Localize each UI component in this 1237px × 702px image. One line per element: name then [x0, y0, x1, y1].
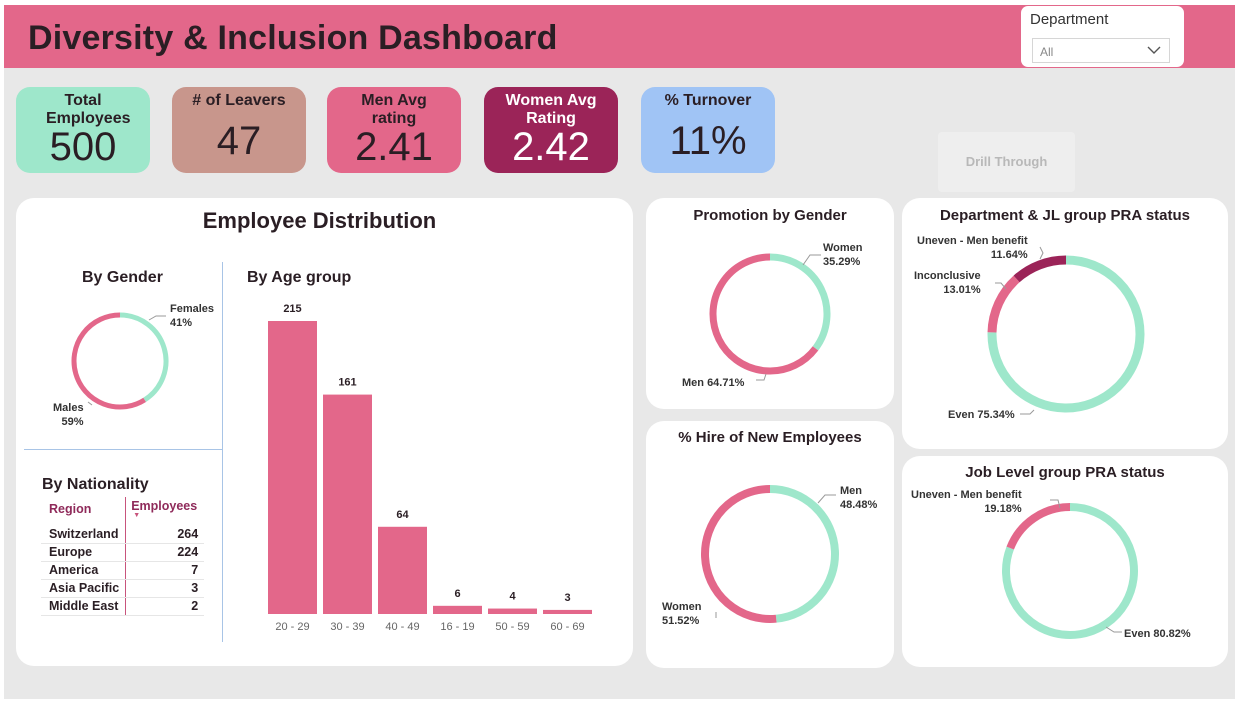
- sort-desc-icon: ▼: [133, 512, 141, 519]
- slice-value: 59%: [61, 416, 84, 428]
- table-cell-employees: 2: [125, 597, 205, 616]
- slice-value: 13.01%: [943, 284, 981, 296]
- promotion-title: Promotion by Gender: [693, 207, 847, 224]
- table-cell-employees: 264: [125, 525, 205, 544]
- kpi-label: Women Avg Rating: [505, 92, 597, 127]
- slicer-title: Department: [1030, 11, 1109, 28]
- panel-title: Employee Distribution: [202, 208, 437, 233]
- kpi-men-avg-rating: Men Avg rating 2.41: [327, 87, 461, 173]
- kpi-turnover: % Turnover 11%: [641, 87, 775, 173]
- table-row[interactable]: Switzerland 264: [41, 525, 205, 544]
- table-row[interactable]: Europe 224: [41, 543, 205, 562]
- table-cell-employees: 3: [125, 579, 205, 598]
- slice-value: 80.82%: [1153, 628, 1191, 640]
- table-cell-region: Asia Pacific: [41, 579, 126, 598]
- gender-label-female: Females 41%: [170, 302, 214, 330]
- slice-name: Men: [840, 485, 862, 497]
- table-cell-region: America: [41, 561, 126, 580]
- kpi-label: % Turnover: [664, 92, 752, 109]
- panel-title: Job Level group PRA status: [965, 464, 1165, 481]
- hire-label-women: Women 51.52%: [662, 600, 702, 628]
- table-cell-employees: 224: [125, 543, 205, 562]
- slice-value: 48.48%: [840, 499, 878, 511]
- chevron-down-icon[interactable]: [1145, 41, 1163, 59]
- department-dropdown[interactable]: All: [1032, 38, 1170, 63]
- gender-label-male: Males 59%: [53, 401, 84, 429]
- dept-label-even: Even 75.34%: [948, 408, 1015, 422]
- slice-value: 19.18%: [984, 503, 1022, 515]
- kpi-leavers: # of Leavers 47: [172, 87, 306, 173]
- column-header-region[interactable]: Region: [41, 497, 126, 525]
- promotion-label-women: Women 35.29%: [823, 241, 863, 269]
- kpi-women-avg-rating: Women Avg Rating 2.42: [484, 87, 618, 173]
- dept-label-uneven: Uneven - Men benefit 11.64%: [917, 234, 1028, 262]
- table-cell-region: Europe: [41, 543, 126, 562]
- kpi-total-employees: Total Employees 500: [16, 87, 150, 173]
- slice-value: 51.52%: [662, 615, 700, 627]
- slice-name: Inconclusive: [914, 270, 981, 282]
- slice-value: 75.34%: [977, 409, 1015, 421]
- slice-value: 35.29%: [823, 256, 861, 268]
- drill-through-button[interactable]: Drill Through: [938, 132, 1075, 192]
- divider-vertical: [222, 262, 223, 642]
- nationality-table: Region Employees ▼ Switzerland 264 Europ…: [41, 497, 205, 616]
- slice-name: Men: [682, 377, 704, 389]
- dept-label-inconclusive: Inconclusive 13.01%: [914, 269, 981, 297]
- by-gender-title: By Gender: [82, 269, 163, 286]
- panel-title: Department & JL group PRA status: [939, 207, 1191, 224]
- table-cell-employees: 7: [125, 561, 205, 580]
- slice-value: 41%: [170, 317, 193, 329]
- promotion-label-men: Men 64.71%: [682, 376, 744, 390]
- jl-label-even: Even 80.82%: [1124, 627, 1191, 641]
- column-header-label: Employees: [131, 499, 198, 513]
- column-header-employees[interactable]: Employees ▼: [125, 497, 205, 525]
- slice-name: Females: [170, 303, 215, 315]
- kpi-value: 2.42: [512, 125, 590, 169]
- kpi-value: 500: [49, 125, 117, 169]
- by-age-title: By Age group: [247, 269, 352, 286]
- department-slicer[interactable]: Department All: [1021, 6, 1184, 67]
- slice-name: Uneven - Men benefit: [917, 235, 1028, 247]
- kpi-label: # of Leavers: [192, 92, 286, 109]
- table-cell-region: Switzerland: [41, 525, 126, 544]
- kpi-value: 11%: [669, 119, 747, 163]
- hire-label-men: Men 48.48%: [840, 484, 877, 512]
- divider-horizontal: [24, 449, 222, 450]
- slice-value: 64.71%: [707, 377, 745, 389]
- by-nationality-title: By Nationality: [42, 476, 149, 493]
- kpi-value: 2.41: [355, 125, 433, 169]
- slice-value: 11.64%: [990, 249, 1028, 261]
- slice-name: Even: [948, 409, 975, 421]
- slice-name: Women: [823, 242, 863, 254]
- slice-name: Males: [53, 402, 84, 414]
- hire-new-employees-panel: % Hire of New Employees: [646, 421, 894, 668]
- slice-name: Women: [662, 601, 702, 613]
- table-row[interactable]: Middle East 2: [41, 597, 205, 616]
- dropdown-value: All: [1040, 45, 1054, 59]
- kpi-value: 47: [216, 119, 262, 163]
- kpi-label: Total Employees: [46, 92, 131, 127]
- slice-name: Even: [1124, 628, 1151, 640]
- page-title: Diversity & Inclusion Dashboard: [28, 19, 558, 57]
- panel-title: % Hire of New Employees: [678, 429, 862, 446]
- table-row[interactable]: America 7: [41, 561, 205, 580]
- kpi-label: Men Avg rating: [361, 92, 427, 127]
- table-row[interactable]: Asia Pacific 3: [41, 579, 205, 598]
- jl-label-uneven: Uneven - Men benefit 19.18%: [911, 488, 1022, 516]
- table-cell-region: Middle East: [41, 597, 126, 616]
- slice-name: Uneven - Men benefit: [911, 489, 1022, 501]
